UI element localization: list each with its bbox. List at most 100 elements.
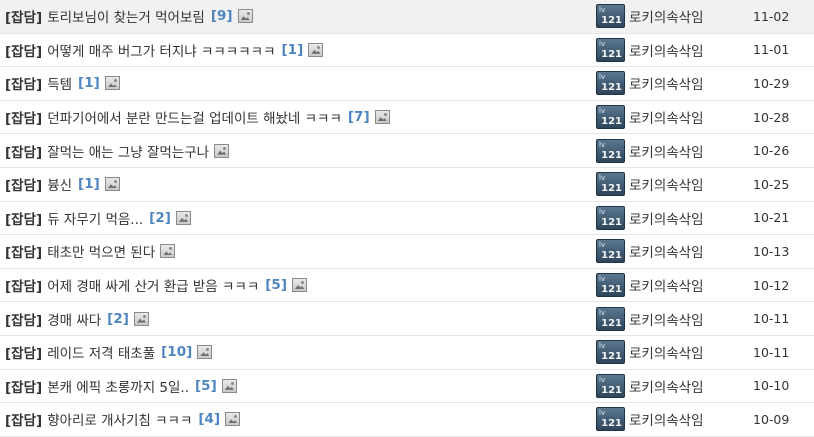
post-category[interactable]: [잡담] [5,342,42,362]
post-title-cell[interactable]: [잡담] 잘먹는 애는 그냥 잘먹는구나 [5,134,590,167]
post-subject-link[interactable]: 어떻게 매주 버그가 터지냐 ㅋㅋㅋㅋㅋㅋ [47,40,275,60]
post-row[interactable]: [잡담] 듀 자무기 먹음... [2] lv 121 로키의속삭임 10-21 [0,202,814,236]
post-subject-link[interactable]: 븅신 [47,174,72,194]
post-subject-link[interactable]: 던파기어에서 분란 만드는걸 업데이트 해놨네 ㅋㅋㅋ [47,107,342,127]
author-name[interactable]: 로키의속삭임 [629,409,704,429]
post-author[interactable]: lv 121 로키의속삭임 [596,0,746,33]
author-name[interactable]: 로키의속삭임 [629,6,704,26]
comment-count[interactable]: [7] [348,109,370,125]
post-category[interactable]: [잡담] [5,6,42,26]
post-subject-link[interactable]: 듀 자무기 먹음... [47,208,143,228]
author-name[interactable]: 로키의속삭임 [629,208,704,228]
post-subject-link[interactable]: 토리보님이 찾는거 먹어보림 [47,6,205,26]
level-badge-icon: lv 121 [596,105,625,130]
post-category[interactable]: [잡담] [5,409,42,429]
author-name[interactable]: 로키의속삭임 [629,40,704,60]
post-title-cell[interactable]: [잡담] 어제 경매 싸게 산거 환급 받음 ㅋㅋㅋ [5] [5,269,590,302]
level-badge-value: 121 [601,351,622,363]
post-subject-link[interactable]: 어제 경매 싸게 산거 환급 받음 ㅋㅋㅋ [47,275,259,295]
post-row[interactable]: [잡담] 향아리로 개사기침 ㅋㅋㅋ [4] lv 121 로키의속삭임 10-… [0,403,814,437]
level-badge-value: 121 [601,149,622,161]
comment-count[interactable]: [10] [161,344,192,360]
post-title-cell[interactable]: [잡담] 본캐 에픽 초롱까지 5일.. [5] [5,370,590,403]
comment-count[interactable]: [1] [282,42,304,58]
post-author[interactable]: lv 121 로키의속삭임 [596,336,746,369]
post-row[interactable]: [잡담] 어떻게 매주 버그가 터지냐 ㅋㅋㅋㅋㅋㅋ [1] lv 121 로키… [0,34,814,68]
post-subject-link[interactable]: 본캐 에픽 초롱까지 5일.. [47,376,189,396]
post-author[interactable]: lv 121 로키의속삭임 [596,370,746,403]
author-name[interactable]: 로키의속삭임 [629,275,704,295]
post-title-cell[interactable]: [잡담] 득템 [1] [5,67,590,100]
comment-count[interactable]: [9] [211,8,233,24]
post-title-cell[interactable]: [잡담] 어떻게 매주 버그가 터지냐 ㅋㅋㅋㅋㅋㅋ [1] [5,34,590,67]
post-title-cell[interactable]: [잡담] 레이드 저격 태초풀 [10] [5,336,590,369]
level-badge-icon: lv 121 [596,172,625,197]
post-category[interactable]: [잡담] [5,73,42,93]
level-badge-icon: lv 121 [596,273,625,298]
post-date: 10-11 [753,311,790,327]
image-attachment-icon [160,244,176,259]
level-badge-label: lv [599,73,606,82]
comment-count[interactable]: [4] [198,411,220,427]
post-author[interactable]: lv 121 로키의속삭임 [596,235,746,268]
level-badge-label: lv [599,409,606,418]
post-row[interactable]: [잡담] 태초만 먹으면 된다 lv 121 로키의속삭임 10-13 [0,235,814,269]
post-title-cell[interactable]: [잡담] 듀 자무기 먹음... [2] [5,202,590,235]
post-subject-link[interactable]: 득템 [47,73,72,93]
post-author[interactable]: lv 121 로키의속삭임 [596,302,746,335]
post-author[interactable]: lv 121 로키의속삭임 [596,134,746,167]
post-subject-link[interactable]: 잘먹는 애는 그냥 잘먹는구나 [47,141,209,161]
post-row[interactable]: [잡담] 던파기어에서 분란 만드는걸 업데이트 해놨네 ㅋㅋㅋ [7] lv … [0,101,814,135]
post-title-cell[interactable]: [잡담] 던파기어에서 분란 만드는걸 업데이트 해놨네 ㅋㅋㅋ [7] [5,101,590,134]
post-author[interactable]: lv 121 로키의속삭임 [596,101,746,134]
post-category[interactable]: [잡담] [5,174,42,194]
comment-count[interactable]: [5] [195,378,217,394]
post-row[interactable]: [잡담] 본캐 에픽 초롱까지 5일.. [5] lv 121 로키의속삭임 1… [0,370,814,404]
post-category[interactable]: [잡담] [5,141,42,161]
post-subject-link[interactable]: 경매 싸다 [47,309,101,329]
level-badge-icon: lv 121 [596,37,625,62]
comment-count[interactable]: [2] [107,311,129,327]
post-subject-link[interactable]: 태초만 먹으면 된다 [47,241,155,261]
post-author[interactable]: lv 121 로키의속삭임 [596,67,746,100]
post-date: 10-21 [753,210,790,226]
comment-count[interactable]: [2] [149,210,171,226]
post-category[interactable]: [잡담] [5,40,42,60]
post-category[interactable]: [잡담] [5,208,42,228]
post-author[interactable]: lv 121 로키의속삭임 [596,202,746,235]
post-row[interactable]: [잡담] 경매 싸다 [2] lv 121 로키의속삭임 10-11 [0,302,814,336]
post-row[interactable]: [잡담] 잘먹는 애는 그냥 잘먹는구나 lv 121 로키의속삭임 10-26 [0,134,814,168]
post-row[interactable]: [잡담] 븅신 [1] lv 121 로키의속삭임 10-25 [0,168,814,202]
author-name[interactable]: 로키의속삭임 [629,342,704,362]
image-attachment-icon [237,9,253,24]
post-category[interactable]: [잡담] [5,107,42,127]
post-row[interactable]: [잡담] 레이드 저격 태초풀 [10] lv 121 로키의속삭임 10-11 [0,336,814,370]
post-title-cell[interactable]: [잡담] 토리보님이 찾는거 먹어보림 [9] [5,0,590,33]
comment-count[interactable]: [1] [78,176,100,192]
post-title-cell[interactable]: [잡담] 븅신 [1] [5,168,590,201]
post-row[interactable]: [잡담] 득템 [1] lv 121 로키의속삭임 10-29 [0,67,814,101]
post-author[interactable]: lv 121 로키의속삭임 [596,34,746,67]
post-category[interactable]: [잡담] [5,309,42,329]
post-row[interactable]: [잡담] 어제 경매 싸게 산거 환급 받음 ㅋㅋㅋ [5] lv 121 로키… [0,269,814,303]
comment-count[interactable]: [1] [78,75,100,91]
level-badge-value: 121 [601,216,622,228]
comment-count[interactable]: [5] [265,277,287,293]
author-name[interactable]: 로키의속삭임 [629,141,704,161]
author-name[interactable]: 로키의속삭임 [629,73,704,93]
post-category[interactable]: [잡담] [5,275,42,295]
author-name[interactable]: 로키의속삭임 [629,107,704,127]
author-name[interactable]: 로키의속삭임 [629,174,704,194]
post-author[interactable]: lv 121 로키의속삭임 [596,168,746,201]
post-subject-link[interactable]: 향아리로 개사기침 ㅋㅋㅋ [47,409,192,429]
post-row[interactable]: [잡담] 토리보님이 찾는거 먹어보림 [9] lv 121 로키의속삭임 11… [0,0,814,34]
post-title-cell[interactable]: [잡담] 경매 싸다 [2] [5,302,590,335]
post-title-cell[interactable]: [잡담] 태초만 먹으면 된다 [5,235,590,268]
post-subject-link[interactable]: 레이드 저격 태초풀 [47,342,155,362]
post-category[interactable]: [잡담] [5,241,42,261]
post-author[interactable]: lv 121 로키의속삭임 [596,269,746,302]
post-category[interactable]: [잡담] [5,376,42,396]
author-name[interactable]: 로키의속삭임 [629,309,704,329]
author-name[interactable]: 로키의속삭임 [629,241,704,261]
author-name[interactable]: 로키의속삭임 [629,376,704,396]
